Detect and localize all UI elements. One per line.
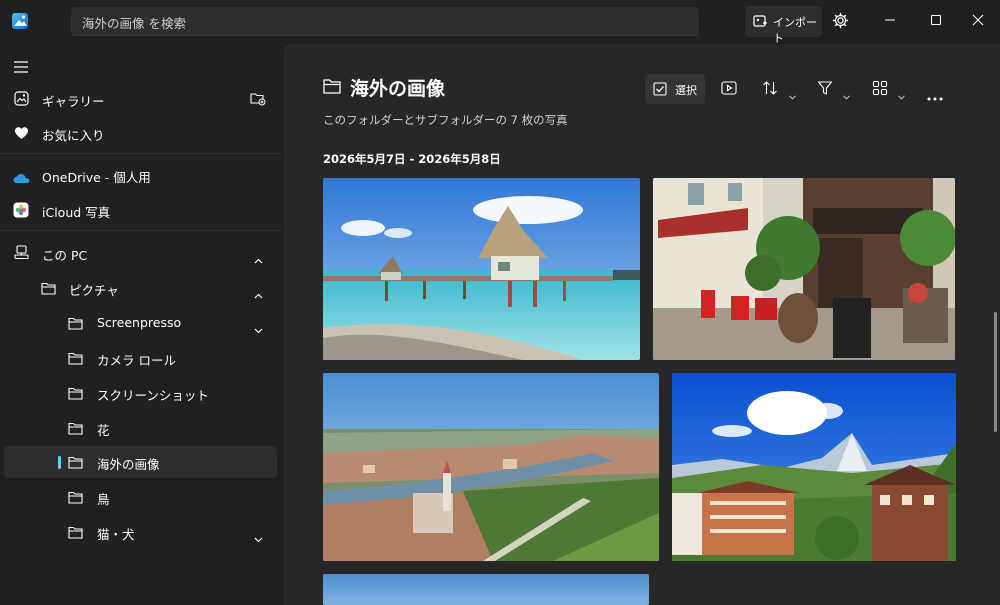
folder-icon — [68, 315, 83, 334]
sidebar-item-camera-roll[interactable]: カメラ ロール — [4, 342, 277, 374]
import-label: インポート — [773, 16, 817, 45]
sidebar-item-label: Screenpresso — [97, 315, 182, 330]
divider — [0, 153, 282, 154]
sort-icon[interactable] — [762, 80, 778, 100]
select-label: 選択 — [675, 84, 697, 97]
sidebar-item-birds[interactable]: 鳥 — [4, 481, 277, 513]
chevron-down-icon[interactable] — [789, 85, 796, 104]
divider — [0, 230, 282, 231]
sidebar-item-gallery[interactable]: ギャラリー — [4, 83, 277, 115]
sidebar-item-onedrive[interactable]: OneDrive - 個人用 — [4, 159, 277, 191]
sidebar-item-label: iCloud 写真 — [42, 205, 111, 220]
folder-icon — [68, 454, 83, 473]
icloud-photos-icon — [13, 202, 29, 222]
sidebar-item-label: 海外の画像 — [97, 457, 160, 472]
chevron-down-icon[interactable] — [254, 319, 263, 338]
chevron-down-icon[interactable] — [254, 528, 263, 547]
close-icon[interactable] — [971, 12, 985, 31]
photo-thumbnail-matterhorn-village[interactable] — [672, 373, 956, 561]
photo-thumbnail-street-cafe[interactable] — [653, 178, 955, 360]
import-button[interactable]: インポート — [745, 6, 822, 45]
photo-count-subtitle: このフォルダーとサブフォルダーの 7 枚の写真 — [323, 113, 568, 127]
search-placeholder: 海外の画像 を検索 — [82, 16, 186, 31]
sidebar-item-icloud[interactable]: iCloud 写真 — [4, 194, 277, 226]
sidebar-item-label: スクリーンショット — [97, 388, 209, 403]
sidebar-item-label: ギャラリー — [42, 94, 105, 109]
search-input[interactable]: 海外の画像 を検索 — [71, 7, 699, 36]
sidebar-item-label: ピクチャ — [69, 283, 119, 298]
maximize-icon[interactable] — [929, 12, 943, 31]
hamburger-menu-icon[interactable] — [14, 58, 28, 77]
sidebar-item-this-pc[interactable]: この PC — [4, 237, 277, 269]
folder-icon — [68, 524, 83, 543]
sidebar-item-label: 猫・犬 — [97, 527, 135, 542]
sidebar: ギャラリー お気に入り OneDrive - 個人用 iCloud 写真 この … — [0, 43, 282, 605]
sidebar-item-favorites[interactable]: お気に入り — [4, 117, 277, 149]
sidebar-item-label: カメラ ロール — [97, 353, 176, 368]
selection-indicator — [58, 456, 61, 469]
folder-icon — [68, 385, 83, 404]
filter-icon[interactable] — [817, 80, 833, 100]
onedrive-cloud-icon — [13, 169, 30, 188]
folder-icon — [41, 280, 56, 299]
date-range-heading: 2026年5月7日 - 2026年5月8日 — [323, 152, 501, 166]
slideshow-icon[interactable] — [721, 80, 737, 100]
select-button[interactable]: 選択 — [645, 74, 705, 104]
folder-icon — [68, 420, 83, 439]
photo-thumbnail-river-town[interactable] — [323, 373, 659, 561]
chevron-down-icon[interactable] — [843, 85, 850, 104]
chevron-up-icon[interactable] — [254, 249, 263, 268]
photos-app-icon — [11, 12, 29, 30]
chevron-up-icon[interactable] — [254, 284, 263, 303]
checkbox-icon — [653, 82, 667, 96]
sidebar-item-cats-dogs[interactable]: 猫・犬 — [4, 516, 277, 548]
folder-icon — [323, 78, 341, 98]
sidebar-item-label: 花 — [97, 423, 110, 438]
view-layout-icon[interactable] — [872, 80, 888, 100]
folder-icon — [68, 489, 83, 508]
sidebar-item-label: 鳥 — [97, 492, 110, 507]
gear-icon[interactable] — [832, 12, 849, 33]
sidebar-item-screenshots[interactable]: スクリーンショット — [4, 377, 277, 409]
photo-thumbnail-sky[interactable] — [323, 574, 649, 605]
sidebar-item-screenpresso[interactable]: Screenpresso — [4, 307, 277, 339]
minimize-icon[interactable] — [883, 12, 897, 31]
sidebar-item-flowers[interactable]: 花 — [4, 412, 277, 444]
page-title: 海外の画像 — [350, 78, 446, 100]
sidebar-item-label: OneDrive - 個人用 — [42, 170, 151, 185]
vertical-scrollbar[interactable] — [994, 312, 997, 432]
heart-icon — [14, 125, 29, 144]
gallery-icon — [14, 91, 29, 110]
title-bar: 海外の画像 を検索 インポート — [0, 0, 1000, 45]
photo-thumbnail-overwater-bungalow[interactable] — [323, 178, 640, 360]
add-folder-icon[interactable] — [250, 91, 266, 110]
chevron-down-icon[interactable] — [898, 85, 905, 104]
folder-icon — [68, 350, 83, 369]
sidebar-item-pictures[interactable]: ピクチャ — [4, 272, 277, 304]
more-options-icon[interactable] — [927, 86, 943, 105]
import-icon — [753, 15, 767, 27]
sidebar-item-overseas-images[interactable]: 海外の画像 — [4, 446, 277, 478]
computer-icon — [14, 245, 29, 264]
sidebar-item-label: お気に入り — [42, 128, 105, 143]
sidebar-item-label: この PC — [42, 248, 88, 263]
